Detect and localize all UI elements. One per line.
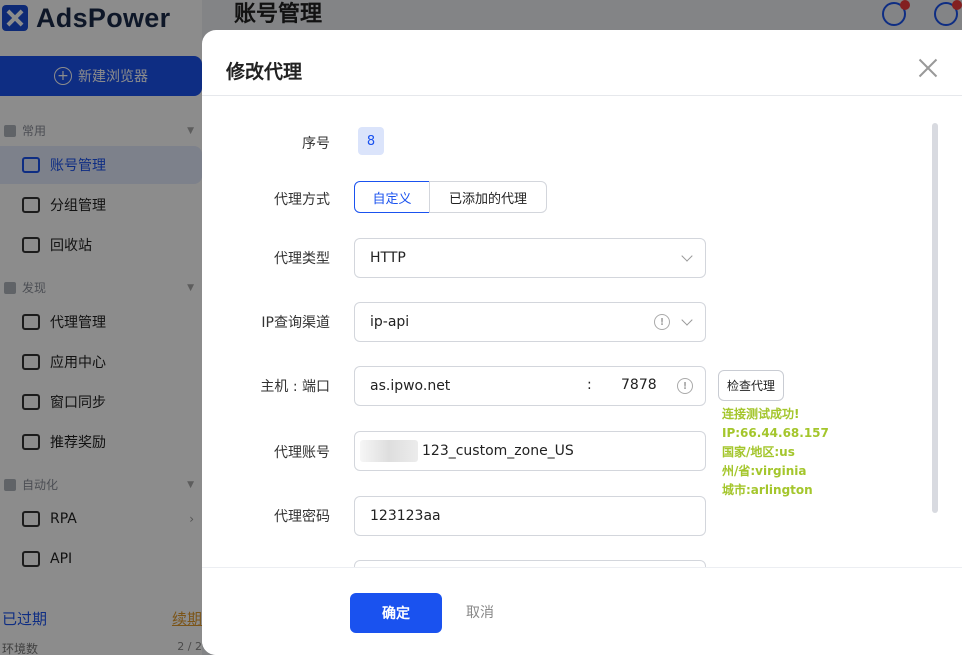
proxy-mode-added-tab[interactable]: 已添加的代理 [429, 181, 547, 213]
ip-channel-value: ip-api [370, 314, 410, 330]
proxy-account-value: 123_custom_zone_US [422, 443, 574, 459]
result-line: IP:66.44.68.157 [722, 426, 829, 440]
proxy-test-result: 连接测试成功! IP:66.44.68.157 国家/地区:us 州/省:vir… [722, 405, 829, 500]
ip-channel-label: IP查询渠道 [261, 315, 330, 331]
chevron-down-icon [681, 250, 693, 262]
cancel-button[interactable]: 取消 [466, 602, 494, 622]
seq-value: 8 [358, 127, 384, 155]
result-line: 国家/地区:us [722, 445, 795, 459]
host-port-field[interactable]: as.ipwo.net : 7878 ! [354, 366, 706, 406]
proxy-mode-custom-tab[interactable]: 自定义 [354, 181, 430, 213]
port-input[interactable]: 7878 [621, 377, 657, 393]
info-icon[interactable]: ! [677, 378, 693, 394]
result-line: 州/省:virginia [722, 464, 807, 478]
result-line: 城市:arlington [722, 483, 813, 497]
redacted-mask [360, 440, 418, 462]
info-icon[interactable]: ! [654, 314, 670, 330]
proxy-account-input[interactable]: 123_custom_zone_US [354, 431, 706, 471]
port-separator: : [587, 377, 592, 393]
check-proxy-button[interactable]: 检查代理 [718, 370, 784, 401]
proxy-mode-label: 代理方式 [274, 192, 330, 208]
dialog-footer: 确定 取消 [202, 567, 962, 655]
dialog-title: 修改代理 [226, 61, 303, 83]
ip-channel-select[interactable]: ip-api ! [354, 302, 706, 342]
chevron-down-icon [681, 314, 693, 326]
confirm-button[interactable]: 确定 [350, 593, 442, 633]
proxy-type-value: HTTP [370, 250, 406, 266]
host-port-label: 主机 : 端口 [260, 379, 330, 395]
edit-proxy-dialog: 修改代理 序号 8 代理方式 自定义 已添加的代理 代理类型 HTTP IP查询… [202, 30, 962, 655]
proxy-type-select[interactable]: HTTP [354, 238, 706, 278]
scrollbar[interactable] [932, 123, 938, 513]
proxy-type-label: 代理类型 [274, 251, 330, 267]
proxy-password-label: 代理密码 [274, 509, 330, 525]
host-input[interactable]: as.ipwo.net [370, 378, 450, 394]
proxy-password-value: 123123aa [370, 508, 441, 524]
seq-label: 序号 [302, 136, 330, 152]
proxy-account-label: 代理账号 [274, 445, 330, 461]
result-line: 连接测试成功! [722, 407, 800, 421]
proxy-password-input[interactable]: 123123aa [354, 496, 706, 536]
dialog-header: 修改代理 [202, 30, 962, 96]
close-icon[interactable] [916, 56, 940, 80]
